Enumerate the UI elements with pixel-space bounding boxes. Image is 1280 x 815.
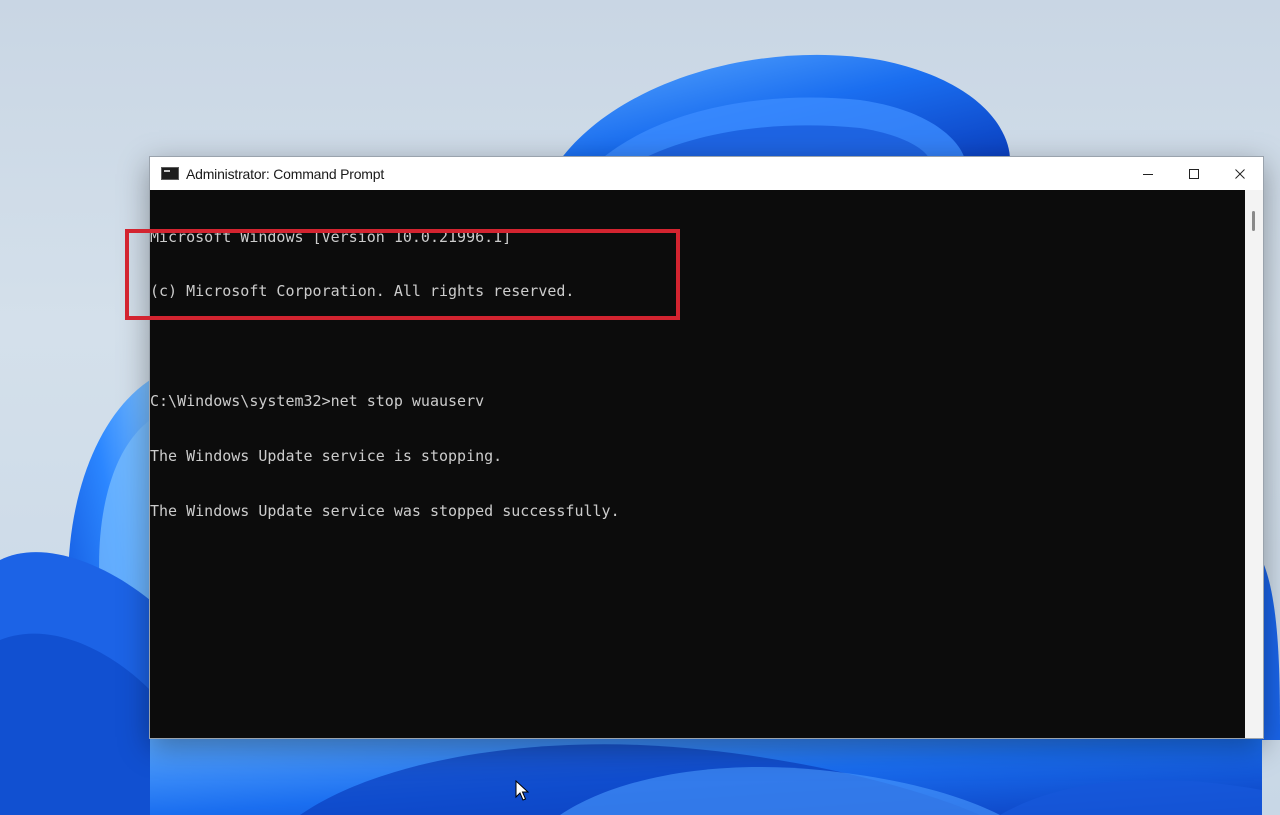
command-prompt-window[interactable]: Administrator: Command Prompt Microsoft … [149,156,1264,739]
close-icon [1235,168,1245,179]
window-title: Administrator: Command Prompt [186,165,385,182]
maximize-icon [1189,168,1199,179]
title-bar[interactable]: Administrator: Command Prompt [150,157,1263,190]
mouse-pointer-icon [515,780,529,801]
console-line-version: Microsoft Windows [Version 10.0.21996.1] [150,227,512,246]
maximize-button[interactable] [1171,157,1217,190]
minimize-button[interactable] [1125,157,1171,190]
close-button[interactable] [1217,157,1263,190]
console-line-copyright: (c) Microsoft Corporation. All rights re… [150,282,575,301]
vertical-scrollbar[interactable] [1245,190,1263,738]
console-line-blank [150,337,1245,355]
console-line-stopping: The Windows Update service is stopping. [150,447,503,466]
minimize-icon [1143,173,1153,175]
console-line-stopped: The Windows Update service was stopped s… [150,502,620,521]
command-prompt-icon[interactable] [161,167,179,180]
scrollbar-thumb[interactable] [1252,211,1255,231]
console-line-command: C:\Windows\system32>net stop wuauserv [150,392,485,411]
console-output[interactable]: Microsoft Windows [Version 10.0.21996.1]… [150,190,1245,738]
